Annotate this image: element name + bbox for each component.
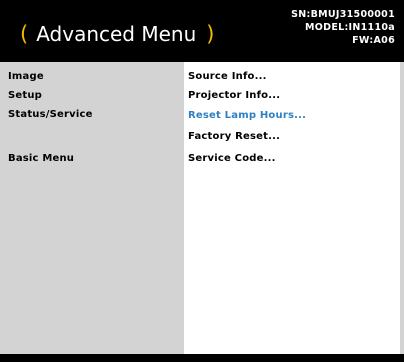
submenu-panel: Source Info... Projector Info... Reset L… (184, 62, 400, 354)
menu-item-status-service[interactable]: Status/Service (8, 107, 93, 123)
menu-footer-bar (0, 354, 404, 362)
menu-title-text: Advanced Menu (36, 22, 197, 46)
submenu-item-projector-info[interactable]: Projector Info... (188, 88, 280, 104)
title-paren-left: ( (20, 22, 29, 46)
menu-right-border (400, 62, 404, 354)
projector-osd-menu: ( Advanced Menu) SN:BMUJ31500001 MODEL:IN… (0, 0, 404, 362)
main-menu-panel: Image Setup Status/Service Basic Menu (0, 62, 184, 354)
firmware-version: FW:A06 (352, 35, 395, 46)
menu-item-setup[interactable]: Setup (8, 88, 42, 104)
menu-title: ( Advanced Menu) (20, 17, 214, 51)
submenu-item-reset-lamp-hours[interactable]: Reset Lamp Hours... (188, 108, 306, 124)
submenu-item-service-code[interactable]: Service Code... (188, 151, 276, 167)
submenu-item-source-info[interactable]: Source Info... (188, 69, 267, 85)
serial-number: SN:BMUJ31500001 (291, 9, 395, 20)
title-paren-right: ) (206, 22, 215, 46)
submenu-item-factory-reset[interactable]: Factory Reset... (188, 129, 280, 145)
model-number: MODEL:IN1110a (305, 22, 395, 33)
device-info: SN:BMUJ31500001 MODEL:IN1110a FW:A06 (291, 8, 395, 47)
menu-item-basic-menu[interactable]: Basic Menu (8, 151, 74, 167)
menu-header: ( Advanced Menu) SN:BMUJ31500001 MODEL:IN… (0, 0, 404, 62)
menu-item-image[interactable]: Image (8, 69, 44, 85)
